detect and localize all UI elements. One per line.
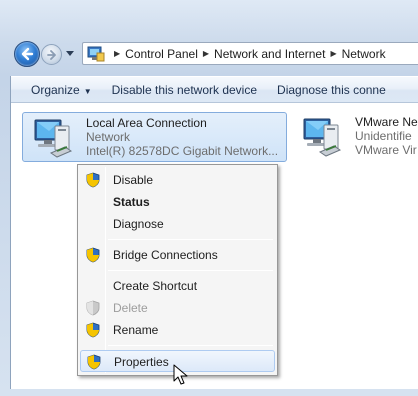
- menu-item-label: Diagnose: [113, 217, 164, 231]
- menu-item-create-shortcut[interactable]: Create Shortcut: [80, 275, 275, 297]
- window-frame-bottom: [0, 389, 418, 396]
- menu-item-label: Create Shortcut: [113, 279, 198, 293]
- window-frame-left: [0, 76, 10, 396]
- arrow-right-icon: [46, 49, 56, 60]
- connection-adapter: VMware Vir: [355, 143, 417, 157]
- connection-status: Unidentifie: [355, 129, 412, 143]
- connection-info-vmware: VMware Ne Unidentifie VMware Vir: [355, 115, 418, 157]
- menu-separator: [108, 270, 273, 271]
- connection-status: Network: [86, 130, 131, 144]
- command-bar: Organize ▼ Disable this network device Di…: [11, 77, 418, 103]
- menu-separator: [108, 345, 273, 346]
- disable-device-button[interactable]: Disable this network device: [102, 83, 267, 97]
- menu-item-diagnose[interactable]: Diagnose: [80, 213, 275, 235]
- menu-item-label: Properties: [114, 355, 169, 369]
- chevron-down-icon: ▼: [83, 86, 92, 96]
- connection-info-local-area: Local Area Connection Network Intel(R) 8…: [86, 116, 278, 158]
- organize-button[interactable]: Organize ▼: [11, 83, 102, 97]
- address-bar[interactable]: ▶ Control Panel ▶ Network and Internet ▶…: [82, 42, 418, 65]
- connection-item-local-area[interactable]: Local Area Connection Network Intel(R) 8…: [22, 112, 287, 162]
- breadcrumb-separator-icon: ▶: [330, 49, 337, 58]
- menu-item-label: Status: [113, 195, 150, 209]
- menu-item-rename[interactable]: Rename: [80, 319, 275, 341]
- uac-shield-icon: [86, 247, 100, 263]
- uac-shield-icon: [86, 300, 100, 316]
- mouse-cursor-icon: [173, 364, 188, 385]
- menu-item-label: Rename: [113, 323, 159, 337]
- connection-name: Local Area Connection: [86, 116, 207, 130]
- organize-label: Organize: [31, 82, 80, 97]
- menu-item-label: Bridge Connections: [113, 248, 218, 262]
- arrow-left-icon: [21, 47, 34, 61]
- menu-item-delete[interactable]: Delete: [80, 297, 275, 319]
- menu-item-bridge-connections[interactable]: Bridge Connections: [80, 244, 275, 266]
- breadcrumb-separator-icon: ▶: [114, 49, 121, 58]
- menu-item-label: Delete: [113, 301, 148, 315]
- network-adapter-icon: [34, 119, 73, 158]
- context-menu: Disable Status Diagnose Bridge Connectio…: [77, 164, 278, 376]
- uac-shield-icon: [87, 354, 101, 370]
- menu-item-status[interactable]: Status: [80, 191, 275, 213]
- network-adapter-icon: [303, 118, 342, 157]
- breadcrumb-network[interactable]: Network: [342, 47, 386, 61]
- control-panel-icon: [87, 46, 105, 61]
- connection-item-vmware[interactable]: VMware Ne Unidentifie VMware Vir: [296, 112, 418, 162]
- diagnose-connection-button[interactable]: Diagnose this conne: [267, 83, 396, 97]
- recent-pages-dropdown[interactable]: [64, 47, 76, 61]
- menu-item-disable[interactable]: Disable: [80, 169, 275, 191]
- menu-separator: [108, 239, 273, 240]
- uac-shield-icon: [86, 172, 100, 188]
- back-button[interactable]: [14, 41, 40, 67]
- forward-button[interactable]: [41, 44, 62, 65]
- breadcrumb-separator-icon: ▶: [202, 49, 210, 58]
- menu-item-label: Disable: [113, 173, 154, 187]
- breadcrumb-control-panel[interactable]: Control Panel: [125, 47, 198, 61]
- breadcrumb-network-and-internet[interactable]: Network and Internet: [214, 47, 325, 61]
- connection-name: VMware Ne: [355, 115, 418, 129]
- connection-adapter: Intel(R) 82578DC Gigabit Network...: [86, 144, 279, 158]
- uac-shield-icon: [86, 322, 100, 338]
- chevron-down-icon: [66, 51, 74, 56]
